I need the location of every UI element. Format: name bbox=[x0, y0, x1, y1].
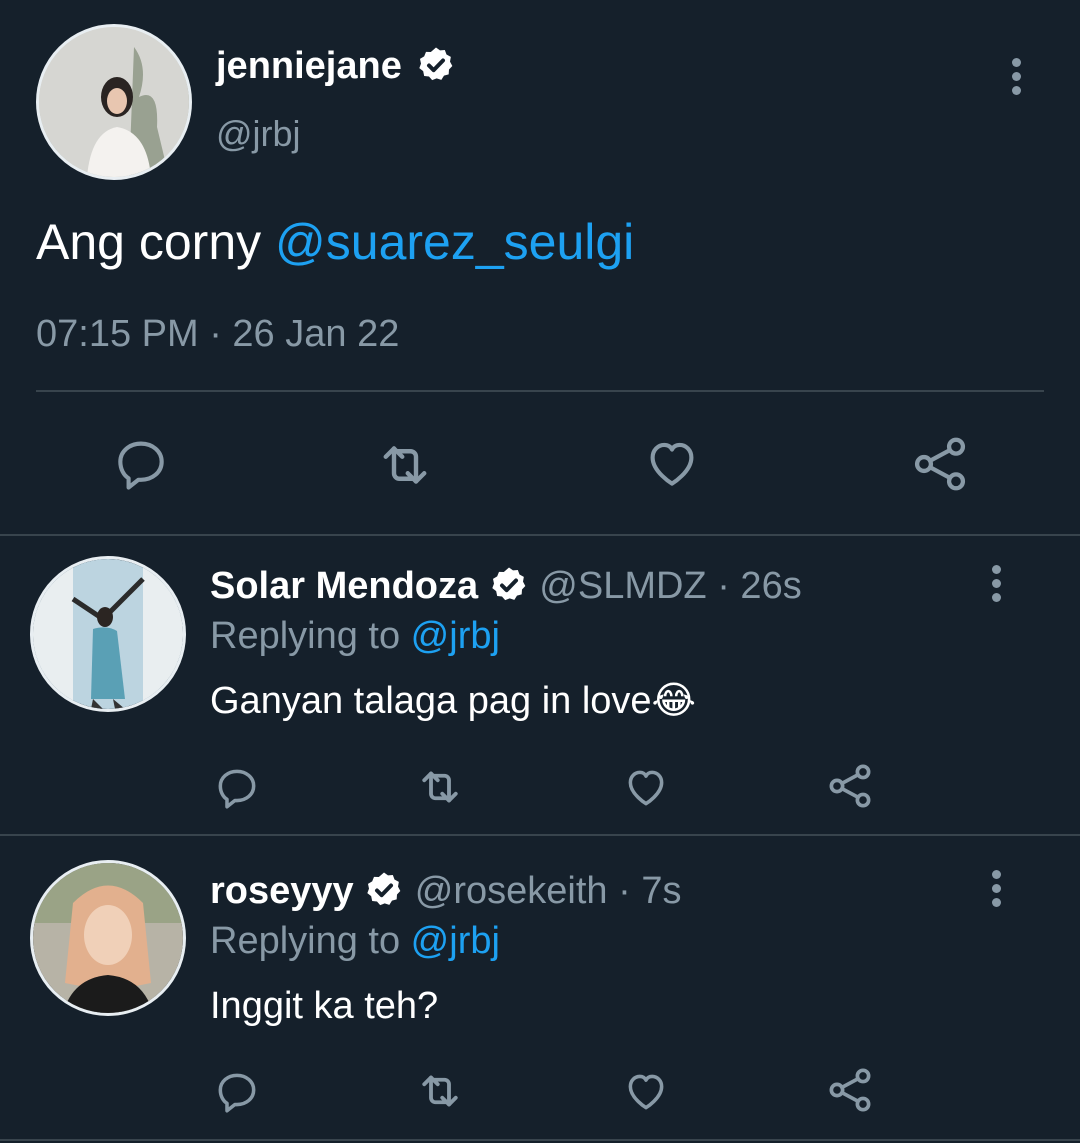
replying-mention[interactable]: @jrbj bbox=[411, 615, 500, 657]
avatar-photo bbox=[33, 559, 183, 709]
handle[interactable]: @SLMDZ bbox=[539, 565, 706, 607]
more-icon[interactable] bbox=[992, 870, 1001, 907]
tweet-text: Ang corny @suarez_seulgi bbox=[36, 212, 634, 272]
verified-badge-icon bbox=[367, 872, 401, 906]
replying-mention[interactable]: @jrbj bbox=[411, 920, 500, 962]
divider bbox=[36, 390, 1044, 392]
avatar[interactable] bbox=[30, 860, 186, 1016]
avatar-photo bbox=[33, 863, 183, 1013]
divider bbox=[0, 834, 1080, 836]
verified-badge-icon bbox=[492, 567, 526, 601]
tweet-text-prefix: Ang corny bbox=[36, 214, 276, 270]
replying-to: Replying to @jrbj bbox=[210, 614, 500, 658]
comment-icon[interactable] bbox=[212, 1066, 262, 1116]
handle[interactable]: @jrbj bbox=[216, 112, 301, 156]
reply-text: Ganyan talaga pag in love😂 bbox=[210, 680, 696, 722]
share-icon[interactable] bbox=[824, 760, 876, 812]
avatar[interactable] bbox=[36, 24, 192, 180]
reply-time: · 7s bbox=[618, 870, 682, 912]
mention-link[interactable]: @suarez_seulgi bbox=[275, 214, 634, 270]
like-icon[interactable] bbox=[640, 432, 704, 494]
comment-icon[interactable] bbox=[110, 432, 172, 494]
handle[interactable]: @rosekeith bbox=[415, 870, 608, 912]
like-icon[interactable] bbox=[620, 762, 672, 812]
retweet-icon[interactable] bbox=[412, 760, 468, 814]
divider bbox=[0, 1139, 1080, 1141]
retweet-icon[interactable] bbox=[370, 432, 440, 498]
reply-time: · 26s bbox=[717, 565, 802, 607]
replying-label: Replying to bbox=[210, 920, 411, 962]
like-icon[interactable] bbox=[620, 1066, 672, 1116]
more-icon[interactable] bbox=[992, 565, 1001, 602]
avatar-photo bbox=[39, 27, 189, 177]
share-icon[interactable] bbox=[908, 432, 972, 496]
more-icon[interactable] bbox=[1012, 58, 1021, 95]
display-name[interactable]: jenniejane bbox=[216, 45, 402, 87]
display-name[interactable]: Solar Mendoza bbox=[210, 565, 478, 607]
timestamp[interactable]: 07:15 PM · 26 Jan 22 bbox=[36, 312, 399, 356]
replying-to: Replying to @jrbj bbox=[210, 919, 500, 963]
divider bbox=[0, 534, 1080, 536]
reply-text: Inggit ka teh? bbox=[210, 985, 439, 1027]
share-icon[interactable] bbox=[824, 1064, 876, 1116]
replying-label: Replying to bbox=[210, 615, 411, 657]
avatar[interactable] bbox=[30, 556, 186, 712]
retweet-icon[interactable] bbox=[412, 1064, 468, 1118]
display-name[interactable]: roseyyy bbox=[210, 870, 354, 912]
verified-badge-icon bbox=[419, 47, 453, 81]
comment-icon[interactable] bbox=[212, 762, 262, 812]
